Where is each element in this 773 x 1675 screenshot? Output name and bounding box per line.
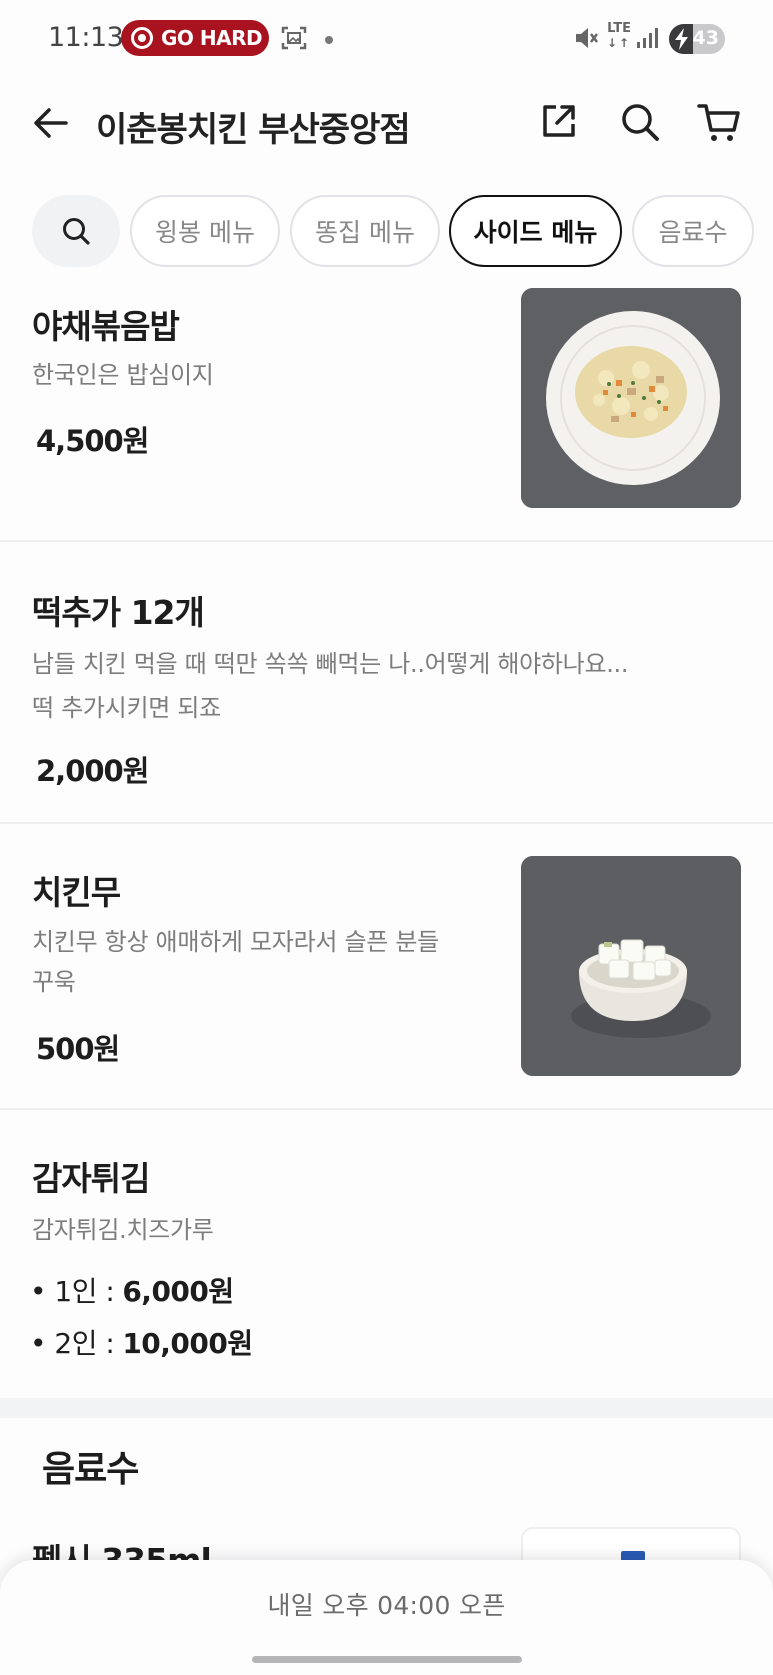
status-bar: 11:13 GO HARD LTE ↓↑ 43 <box>0 0 773 80</box>
tab-ddongjip-menu[interactable]: 똥집 메뉴 <box>290 195 440 267</box>
menu-item[interactable]: 감자튀김 감자튀김.치즈가루 • 1인 :6,000원 • 2인 :10,000… <box>0 1110 773 1398</box>
price-option: • 2인 :10,000원 <box>30 1322 253 1362</box>
menu-item-price: 500원 <box>36 1032 120 1066</box>
tab-drinks[interactable]: 음료수 <box>632 195 754 267</box>
menu-item[interactable]: 야채볶음밥 한국인은 밥심이지 4,500원 <box>0 270 773 542</box>
search-icon[interactable] <box>620 102 660 142</box>
status-time: 11:13 <box>48 22 124 53</box>
price-option-value: 10,000원 <box>122 1327 253 1360</box>
battery-indicator: 43 <box>669 24 725 54</box>
menu-item-description-line2: 꾸욱 <box>32 968 76 996</box>
home-indicator[interactable] <box>252 1656 522 1663</box>
recording-badge-label: GO HARD <box>161 26 263 50</box>
menu-item-price: 2,000원 <box>36 754 149 788</box>
price-option-label: • 2인 : <box>30 1327 115 1360</box>
recording-badge[interactable]: GO HARD <box>121 20 269 56</box>
bottom-status-bar: 내일 오후 04:00 오픈 <box>0 1560 773 1675</box>
menu-item-name: 떡추가 12개 <box>32 593 205 632</box>
menu-item-description-line2: 떡 추가시키면 되죠 <box>32 694 221 722</box>
menu-item-description: 감자튀김.치즈가루 <box>32 1216 214 1244</box>
menu-item-description: 치킨무 항상 애매하게 모자라서 슬픈 분들 <box>32 928 439 956</box>
charging-bolt-icon <box>675 28 688 50</box>
search-icon <box>63 218 90 245</box>
battery-percent: 43 <box>692 27 719 49</box>
menu-item-name: 야채볶음밥 <box>32 307 180 346</box>
menu-item[interactable]: 치킨무 치킨무 항상 애매하게 모자라서 슬픈 분들 꾸욱 500원 <box>0 824 773 1110</box>
mute-icon <box>576 28 598 48</box>
price-option-value: 6,000원 <box>122 1275 234 1308</box>
section-divider <box>0 1398 773 1418</box>
menu-item[interactable]: 떡추가 12개 남들 치킨 먹을 때 떡만 쏙쏙 빼먹는 나..어떻게 해야하나… <box>0 542 773 824</box>
store-header: 이춘봉치킨 부산중앙점 <box>0 86 773 158</box>
back-arrow-icon[interactable] <box>32 104 70 142</box>
pickled-radish-image <box>521 856 741 1076</box>
screenshot-icon <box>281 26 307 50</box>
tab-wingbong-menu[interactable]: 윙봉 메뉴 <box>130 195 280 267</box>
price-option: • 1인 :6,000원 <box>30 1270 234 1310</box>
section-title-drinks: 음료수 <box>42 1449 139 1490</box>
menu-item-name: 치킨무 <box>32 873 121 912</box>
notification-dot <box>325 36 333 44</box>
menu-item-description: 남들 치킨 먹을 때 떡만 쏙쏙 빼먹는 나..어떻게 해야하나요... <box>32 650 629 678</box>
cart-icon[interactable] <box>697 102 741 144</box>
network-type: LTE ↓↑ <box>607 21 632 51</box>
signal-icon <box>637 28 658 48</box>
tab-side-menu[interactable]: 사이드 메뉴 <box>449 195 622 267</box>
menu-search-button[interactable] <box>32 195 120 267</box>
store-title: 이춘봉치킨 부산중앙점 <box>96 110 411 150</box>
price-option-label: • 1인 : <box>30 1275 115 1308</box>
network-label: LTE <box>607 21 631 36</box>
fried-rice-image <box>521 288 741 508</box>
open-time-notice: 내일 오후 04:00 오픈 <box>267 1591 506 1620</box>
menu-item-price: 4,500원 <box>36 424 149 458</box>
share-icon[interactable] <box>540 102 578 140</box>
menu-item-description: 한국인은 밥심이지 <box>32 361 214 389</box>
record-icon <box>131 27 153 49</box>
menu-item-name: 감자튀김 <box>32 1159 150 1198</box>
category-tabs: 윙봉 메뉴 똥집 메뉴 사이드 메뉴 음료수 <box>32 195 773 267</box>
